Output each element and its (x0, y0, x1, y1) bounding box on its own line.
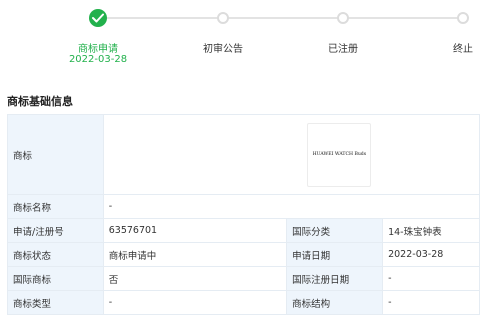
progress-track (98, 17, 464, 19)
check-circle-icon (89, 9, 107, 27)
step-label: 商标申请 (78, 44, 118, 55)
field-value: 63576701 (102, 218, 288, 243)
field-label: 国际商标 (7, 266, 104, 291)
step-label: 终止 (453, 44, 473, 55)
field-label: 申请日期 (286, 242, 384, 267)
trademark-progress: 商标申请 2022-03-28 初审公告 已注册 终止 (0, 0, 480, 72)
field-value: - (102, 290, 288, 315)
field-label: 商标结构 (286, 290, 384, 315)
table-row: 商标状态 商标申请中 申请日期 2022-03-28 (7, 242, 480, 267)
name-label: 商标名称 (7, 194, 104, 219)
field-label: 商标类型 (7, 290, 104, 315)
table-row: 申请/注册号 63576701 国际分类 14-珠宝钟表 (7, 218, 480, 243)
table-row: 商标 HUAWEI WATCH Buds (7, 114, 480, 195)
field-label: 申请/注册号 (7, 218, 104, 243)
step-date: 2022-03-28 (68, 54, 128, 65)
field-label: 国际注册日期 (286, 266, 384, 291)
field-value: 2022-03-28 (382, 242, 480, 267)
trademark-logo[interactable]: HUAWEI WATCH Buds (307, 122, 372, 187)
step-dot (337, 12, 349, 24)
trademark-info-table: 商标 HUAWEI WATCH Buds 商标名称 - 申请/注册号 63576… (7, 114, 480, 315)
field-value: 14-珠宝钟表 (382, 218, 480, 243)
trademark-image-label: 商标 (7, 114, 104, 195)
field-value: - (382, 266, 480, 291)
logo-text: HUAWEI WATCH Buds (312, 152, 367, 157)
field-value: 否 (102, 266, 288, 291)
table-row: 商标名称 - (7, 194, 480, 219)
name-value: - (102, 194, 480, 219)
table-row: 商标类型 - 商标结构 - (7, 290, 480, 315)
step-dot (217, 12, 229, 24)
step-dot (457, 12, 469, 24)
field-value: 商标申请中 (102, 242, 288, 267)
field-label: 商标状态 (7, 242, 104, 267)
section-title: 商标基础信息 (7, 95, 73, 108)
field-value: - (382, 290, 480, 315)
table-row: 国际商标 否 国际注册日期 - (7, 266, 480, 291)
field-label: 国际分类 (286, 218, 384, 243)
step-label: 已注册 (328, 44, 358, 55)
trademark-image-cell: HUAWEI WATCH Buds (102, 114, 480, 195)
step-label: 初审公告 (203, 44, 243, 55)
